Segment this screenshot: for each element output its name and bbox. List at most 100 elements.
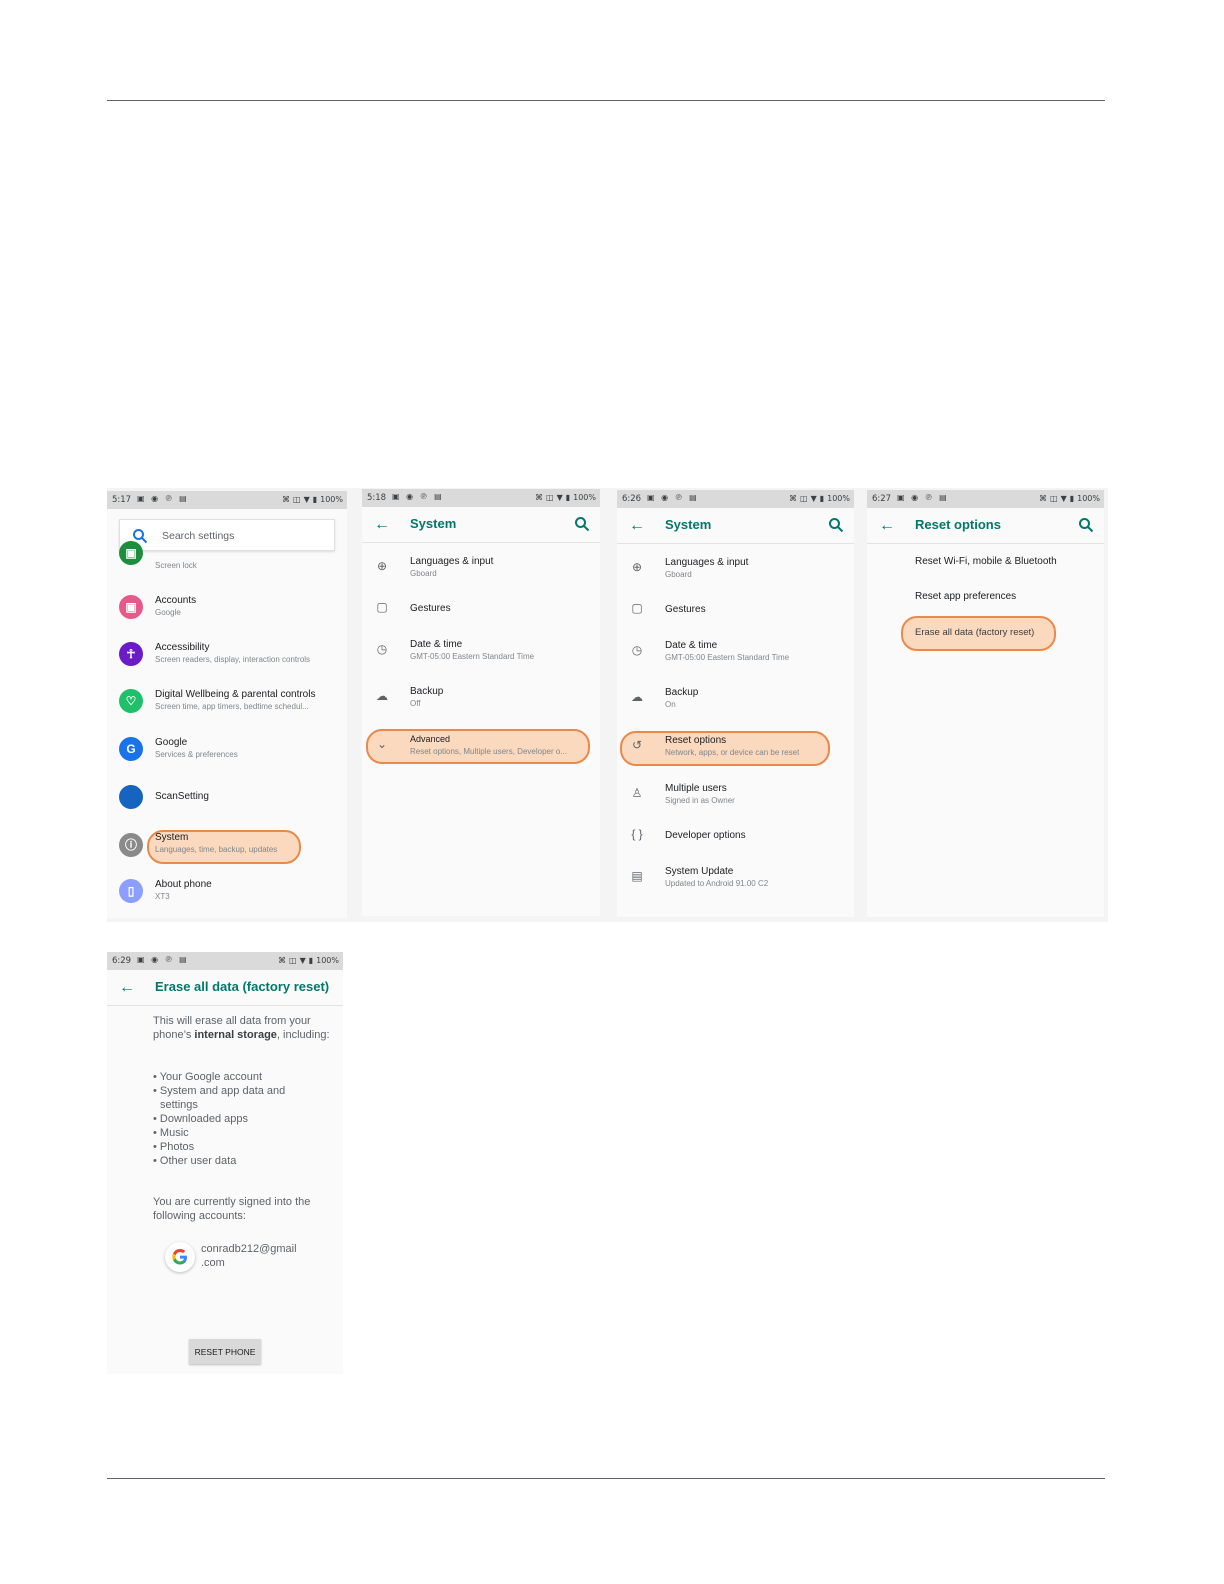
settings-item-title: Accounts bbox=[155, 595, 197, 606]
system-item-sub: Gboard bbox=[410, 569, 437, 578]
system-item-title: Date & time bbox=[665, 640, 718, 651]
page-title: Erase all data (factory reset) bbox=[155, 979, 330, 994]
system-item-title: Backup bbox=[410, 686, 444, 697]
erase-items-list: • Your Google account • System and app d… bbox=[153, 1070, 313, 1168]
google-icon: G bbox=[119, 737, 143, 761]
cast-icon: ⌘ bbox=[1039, 494, 1047, 503]
backup-icon: ☁ bbox=[376, 689, 388, 703]
notification-icons: ▣ ◉ ℗ ▤ bbox=[137, 955, 189, 964]
battery-percent: 100% bbox=[573, 493, 596, 502]
back-arrow-icon[interactable]: ← bbox=[117, 978, 137, 998]
account-email-line: .com bbox=[201, 1257, 225, 1269]
phone-icon: ▯ bbox=[119, 879, 143, 903]
list-item: • Downloaded apps bbox=[153, 1113, 248, 1125]
google-account-badge bbox=[165, 1242, 195, 1272]
search-icon[interactable] bbox=[574, 516, 590, 532]
system-tray: ⌘ ◫ ▼ ▮ 100% bbox=[532, 493, 596, 502]
cast-icon: ⌘ bbox=[278, 956, 286, 965]
search-icon[interactable] bbox=[1078, 517, 1094, 533]
system-item-sub: GMT-05:00 Eastern Standard Time bbox=[410, 652, 535, 661]
system-expanded-screen: 6:26 ▣ ◉ ℗ ▤ ⌘ ◫ ▼ ▮ 100% ← System ⊕ Languag… bbox=[617, 490, 854, 917]
battery-percent: 100% bbox=[1077, 494, 1100, 503]
app-bar: ← Reset options bbox=[867, 508, 1104, 544]
accessibility-icon: ☥ bbox=[119, 642, 143, 666]
notification-icons: ▣ ◉ ℗ ▤ bbox=[897, 493, 949, 502]
settings-item-title: About phone bbox=[155, 879, 212, 890]
erase-all-data-option[interactable]: Erase all data (factory reset) bbox=[915, 627, 1034, 638]
lock-icon: ▣ bbox=[119, 541, 143, 565]
erase-intro-text: This will erase all data from your phone… bbox=[153, 1014, 333, 1042]
list-item: • Other user data bbox=[153, 1155, 237, 1167]
settings-item-title: Google bbox=[155, 737, 188, 748]
system-item-sub: Reset options, Multiple users, Developer… bbox=[410, 747, 567, 756]
search-icon[interactable] bbox=[828, 517, 844, 533]
reset-options-screen: 6:27 ▣ ◉ ℗ ▤ ⌘ ◫ ▼ ▮ 100% ← Reset options Re… bbox=[867, 490, 1104, 917]
system-tray: ⌘ ◫ ▼ ▮ 100% bbox=[275, 956, 339, 965]
system-tray: ⌘ ◫ ▼ ▮ 100% bbox=[279, 495, 343, 504]
settings-item-sub: XT3 bbox=[155, 892, 170, 901]
page-title: System bbox=[665, 517, 712, 532]
list-item: • System and app data and settings bbox=[153, 1085, 286, 1111]
wifi-icon: ▼ bbox=[303, 495, 310, 504]
settings-item-sub: Screen readers, display, interaction con… bbox=[155, 655, 311, 664]
status-bar: 5:18 ▣ ◉ ℗ ▤ ⌘ ◫ ▼ ▮ 100% bbox=[362, 489, 600, 507]
system-item-title: Gestures bbox=[410, 603, 451, 614]
factory-reset-screen: 6:29 ▣ ◉ ℗ ▤ ⌘ ◫ ▼ ▮ 100% ← Erase all data (… bbox=[107, 952, 343, 1374]
system-screen: 5:18 ▣ ◉ ℗ ▤ ⌘ ◫ ▼ ▮ 100% ← System ⊕ Languag… bbox=[362, 489, 600, 916]
reset-phone-button[interactable]: RESET PHONE bbox=[189, 1339, 261, 1364]
back-arrow-icon[interactable]: ← bbox=[627, 516, 647, 536]
clock-icon: ◷ bbox=[631, 643, 643, 657]
globe-icon: ⊕ bbox=[376, 559, 388, 573]
back-arrow-icon[interactable]: ← bbox=[877, 516, 897, 536]
status-bar: 5:17 ▣ ◉ ℗ ▤ ⌘ ◫ ▼ ▮ 100% bbox=[107, 491, 347, 509]
system-item-sub: On bbox=[665, 700, 676, 709]
notification-icons: ▣ ◉ ℗ ▤ bbox=[647, 493, 699, 502]
account-email: conradb212@gmail .com bbox=[201, 1242, 297, 1270]
system-item-sub: Gboard bbox=[665, 570, 692, 579]
history-icon: ↺ bbox=[631, 738, 643, 752]
reset-app-preferences-option[interactable]: Reset app preferences bbox=[915, 591, 1016, 602]
settings-item-title: ScanSetting bbox=[155, 791, 209, 802]
system-item-sub: Signed in as Owner bbox=[665, 796, 735, 805]
settings-item-sub: Languages, time, backup, updates bbox=[155, 845, 278, 854]
system-tray: ⌘ ◫ ▼ ▮ 100% bbox=[786, 494, 850, 503]
person-icon: ♙ bbox=[631, 786, 643, 800]
page-title: System bbox=[410, 516, 457, 531]
system-item-title: Reset options bbox=[665, 735, 727, 746]
battery-percent: 100% bbox=[320, 495, 343, 504]
system-update-icon: ▤ bbox=[631, 869, 643, 883]
system-item-title: System Update bbox=[665, 866, 734, 877]
page-title: Reset options bbox=[915, 517, 1001, 532]
wifi-icon: ▼ bbox=[556, 493, 563, 502]
status-time: 5:17 bbox=[112, 495, 132, 505]
settings-item-title: System bbox=[155, 832, 189, 843]
info-icon: ⓘ bbox=[119, 833, 143, 857]
footer-rule bbox=[107, 1478, 1105, 1479]
status-time: 6:26 bbox=[622, 494, 642, 504]
vibrate-icon: ◫ bbox=[289, 956, 297, 965]
status-time: 5:18 bbox=[367, 493, 387, 503]
wifi-icon: ▼ bbox=[810, 494, 817, 503]
search-settings-bar[interactable]: Search settings bbox=[119, 519, 335, 551]
reset-wifi-option[interactable]: Reset Wi-Fi, mobile & Bluetooth bbox=[915, 556, 1057, 567]
braces-icon: { } bbox=[631, 827, 643, 841]
battery-icon: ▮ bbox=[819, 494, 825, 503]
back-arrow-icon[interactable]: ← bbox=[372, 515, 392, 535]
status-bar: 6:27 ▣ ◉ ℗ ▤ ⌘ ◫ ▼ ▮ 100% bbox=[867, 490, 1104, 508]
backup-icon: ☁ bbox=[631, 690, 643, 704]
intro-bold-text: internal storage bbox=[194, 1029, 277, 1041]
battery-percent: 100% bbox=[316, 956, 339, 965]
notification-icons: ▣ ◉ ℗ ▤ bbox=[137, 494, 189, 503]
google-g-icon bbox=[172, 1249, 187, 1265]
system-item-title: Date & time bbox=[410, 639, 463, 650]
wellbeing-icon: ♡ bbox=[119, 689, 143, 713]
gestures-icon: ▢ bbox=[631, 601, 643, 615]
system-item-sub: Network, apps, or device can be reset bbox=[665, 748, 800, 757]
system-item-title: Multiple users bbox=[665, 783, 727, 794]
status-time: 6:27 bbox=[872, 494, 892, 504]
vibrate-icon: ◫ bbox=[293, 495, 301, 504]
gestures-icon: ▢ bbox=[376, 600, 388, 614]
settings-screen: 5:17 ▣ ◉ ℗ ▤ ⌘ ◫ ▼ ▮ 100% Search settings ▣ … bbox=[107, 491, 347, 918]
system-item-sub: GMT-05:00 Eastern Standard Time bbox=[665, 653, 790, 662]
settings-item-sub: Screen time, app timers, bedtime schedul… bbox=[155, 702, 309, 711]
